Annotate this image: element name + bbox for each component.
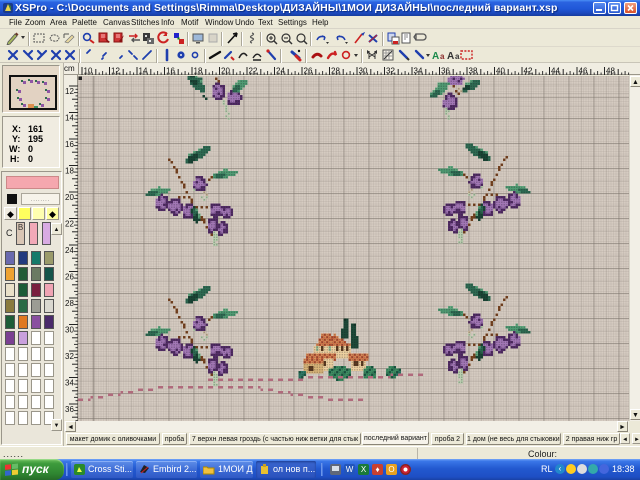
- svg-text:24: 24: [65, 246, 74, 255]
- svg-text:A: A: [432, 51, 439, 62]
- svg-text:28: 28: [65, 299, 74, 308]
- svg-text:16: 16: [65, 140, 74, 149]
- svg-text:34: 34: [65, 379, 74, 388]
- svg-text:a: a: [440, 52, 445, 61]
- svg-text:36: 36: [65, 405, 74, 414]
- svg-text:12: 12: [65, 87, 74, 96]
- svg-text:A: A: [447, 51, 454, 62]
- svg-text:30: 30: [65, 326, 74, 335]
- svg-text:20: 20: [65, 193, 74, 202]
- svg-text:22: 22: [65, 220, 74, 229]
- svg-text:26: 26: [65, 273, 74, 282]
- svg-text:14: 14: [65, 114, 74, 123]
- svg-text:18: 18: [65, 167, 74, 176]
- svg-text:32: 32: [65, 352, 74, 361]
